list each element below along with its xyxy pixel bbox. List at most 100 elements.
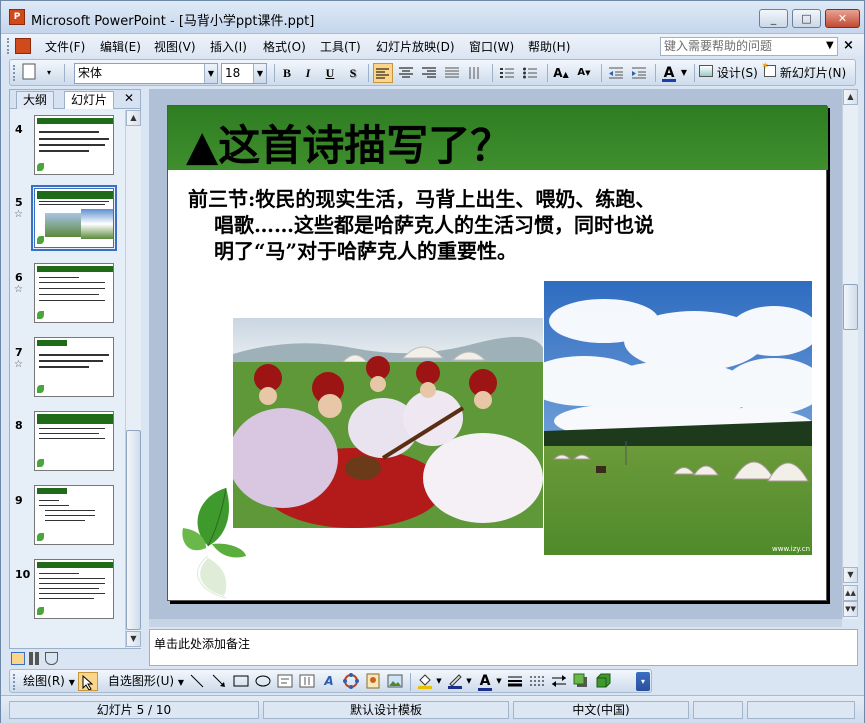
scroll-up-button[interactable]: ▲ bbox=[843, 89, 858, 105]
shadow-button[interactable]: S bbox=[344, 63, 362, 83]
draw-menu-button[interactable]: 绘图(R) ▼ bbox=[20, 672, 78, 691]
diagram-icon[interactable] bbox=[342, 672, 360, 691]
increase-font-size-icon[interactable]: A▲ bbox=[551, 63, 571, 83]
autoshapes-button[interactable]: 自选图形(U) ▼ bbox=[106, 672, 186, 691]
chevron-down-icon[interactable]: ▼ bbox=[435, 672, 443, 691]
current-slide[interactable]: ▲这首诗描写了？ 前三节:牧民的现实生活，马背上出生、喂奶、练跑、 唱歌……这些… bbox=[167, 105, 828, 601]
chevron-down-icon[interactable]: ▼ bbox=[465, 672, 473, 691]
close-pane-icon[interactable]: ✕ bbox=[124, 91, 134, 105]
design-button[interactable]: 设计(S) bbox=[699, 63, 763, 83]
menu-view[interactable]: 视图(V) bbox=[151, 37, 199, 56]
slide-sorter-view-icon[interactable] bbox=[29, 652, 41, 665]
notes-placeholder[interactable]: 单击此处添加备注 bbox=[154, 635, 250, 652]
notes-pane[interactable]: 单击此处添加备注 bbox=[149, 629, 858, 666]
slide-thumbnail-8[interactable] bbox=[34, 411, 114, 471]
align-left-button[interactable] bbox=[373, 63, 393, 83]
bold-button[interactable]: B bbox=[278, 63, 296, 83]
scroll-up-button[interactable]: ▲ bbox=[126, 110, 141, 126]
previous-slide-button[interactable]: ▲▲ bbox=[843, 585, 858, 601]
font-size-select[interactable]: 18 ▼ bbox=[221, 63, 267, 84]
slides-pane-scrollbar[interactable]: ▲ ▼ bbox=[125, 110, 141, 648]
chevron-down-icon[interactable]: ▼ bbox=[204, 64, 217, 83]
clipart-icon[interactable] bbox=[364, 672, 382, 691]
menu-tools[interactable]: 工具(T) bbox=[317, 37, 364, 56]
textbox-tool-icon[interactable] bbox=[276, 672, 294, 691]
menu-window[interactable]: 窗口(W) bbox=[466, 37, 517, 56]
arrow-style-icon[interactable] bbox=[550, 672, 568, 691]
document-icon[interactable] bbox=[15, 38, 31, 54]
line-style-icon[interactable] bbox=[506, 672, 524, 691]
minimize-button[interactable]: _ bbox=[759, 9, 788, 28]
tab-slides[interactable]: 幻灯片 bbox=[64, 91, 115, 109]
scroll-thumb[interactable] bbox=[843, 284, 858, 330]
slideshow-view-icon[interactable] bbox=[45, 652, 58, 665]
slide-thumbnail-9[interactable] bbox=[34, 485, 114, 545]
photo-grassland-yurts[interactable]: www.izy.cn bbox=[544, 281, 812, 555]
slide-thumbnail-7[interactable] bbox=[34, 337, 114, 397]
close-button[interactable]: ✕ bbox=[825, 9, 860, 28]
maximize-button[interactable]: □ bbox=[792, 9, 821, 28]
dash-style-icon[interactable] bbox=[528, 672, 546, 691]
menu-file[interactable]: 文件(F) bbox=[42, 37, 88, 56]
line-color-icon[interactable] bbox=[446, 672, 464, 691]
fill-color-icon[interactable] bbox=[416, 672, 434, 691]
toolbar-options-icon[interactable]: ▾ bbox=[636, 672, 650, 691]
distribute-text-icon[interactable] bbox=[442, 63, 462, 83]
ellipse-tool-icon[interactable] bbox=[254, 672, 272, 691]
scroll-down-button[interactable]: ▼ bbox=[126, 631, 141, 647]
vertical-textbox-icon[interactable] bbox=[298, 672, 316, 691]
arrow-tool-icon[interactable] bbox=[210, 672, 228, 691]
slide-title[interactable]: ▲这首诗描写了？ bbox=[186, 112, 512, 173]
select-objects-icon[interactable] bbox=[78, 672, 98, 691]
increase-indent-icon[interactable] bbox=[629, 63, 649, 83]
help-search-input[interactable]: 键入需要帮助的问题 bbox=[660, 37, 838, 56]
menu-help[interactable]: 帮助(H) bbox=[525, 37, 573, 56]
slide-scrollbar[interactable]: ▲ ▼ ▲▲ ▼▼ bbox=[842, 89, 858, 619]
font-color-icon[interactable]: A bbox=[476, 672, 494, 691]
toolbar-options-icon[interactable]: ▾ bbox=[44, 63, 54, 83]
line-tool-icon[interactable] bbox=[188, 672, 206, 691]
slide-thumbnail-10[interactable] bbox=[34, 559, 114, 619]
insert-picture-icon[interactable] bbox=[386, 672, 404, 691]
wordart-icon[interactable]: A bbox=[320, 672, 338, 691]
italic-button[interactable]: I bbox=[299, 63, 317, 83]
scroll-down-button[interactable]: ▼ bbox=[843, 567, 858, 583]
new-slide-button[interactable]: ✶ 新幻灯片(N) bbox=[761, 62, 852, 83]
decrease-indent-icon[interactable] bbox=[606, 63, 626, 83]
align-right-button[interactable] bbox=[419, 63, 439, 83]
toolbar-grip[interactable] bbox=[13, 65, 16, 81]
numbering-icon[interactable] bbox=[497, 63, 517, 83]
rectangle-tool-icon[interactable] bbox=[232, 672, 250, 691]
slide-thumbnail-4[interactable] bbox=[34, 115, 114, 175]
powerpoint-app-icon[interactable]: P bbox=[9, 9, 25, 25]
photo-kazakh-girls[interactable] bbox=[233, 318, 543, 528]
3d-style-icon[interactable] bbox=[594, 672, 612, 691]
toolbar-grip[interactable] bbox=[13, 674, 16, 690]
slide-body-text[interactable]: 前三节:牧民的现实生活，马背上出生、喂奶、练跑、 唱歌……这些都是哈萨克人的生活… bbox=[188, 186, 808, 264]
underline-button[interactable]: U bbox=[321, 63, 339, 83]
shadow-style-icon[interactable] bbox=[572, 672, 590, 691]
text-direction-icon[interactable] bbox=[465, 63, 485, 83]
scroll-thumb[interactable] bbox=[126, 430, 141, 630]
menu-format[interactable]: 格式(O) bbox=[260, 37, 309, 56]
bullets-icon[interactable] bbox=[520, 63, 540, 83]
slide-thumbnail-6[interactable] bbox=[34, 263, 114, 323]
new-document-icon[interactable] bbox=[22, 63, 40, 83]
decrease-font-size-icon[interactable]: A▼ bbox=[574, 63, 594, 83]
menu-slideshow[interactable]: 幻灯片放映(D) bbox=[373, 37, 458, 56]
font-select[interactable]: 宋体 ▼ bbox=[74, 63, 218, 84]
menu-insert[interactable]: 插入(I) bbox=[207, 37, 250, 56]
slide-thumbnail-5[interactable] bbox=[31, 185, 117, 251]
chevron-down-icon[interactable]: ▼ bbox=[253, 64, 266, 83]
chevron-down-icon[interactable]: ▼ bbox=[826, 40, 834, 51]
tab-outline[interactable]: 大纲 bbox=[16, 91, 55, 109]
normal-view-icon[interactable] bbox=[11, 652, 25, 665]
menu-edit[interactable]: 编辑(E) bbox=[97, 37, 144, 56]
chevron-down-icon[interactable]: ▼ bbox=[495, 672, 503, 691]
align-center-button[interactable] bbox=[396, 63, 416, 83]
font-color-icon[interactable]: A bbox=[660, 63, 678, 83]
chevron-down-icon[interactable]: ▼ bbox=[679, 63, 689, 83]
document-close-button[interactable]: × bbox=[843, 38, 854, 53]
next-slide-button[interactable]: ▼▼ bbox=[843, 601, 858, 617]
menubar-grip[interactable] bbox=[7, 38, 10, 54]
